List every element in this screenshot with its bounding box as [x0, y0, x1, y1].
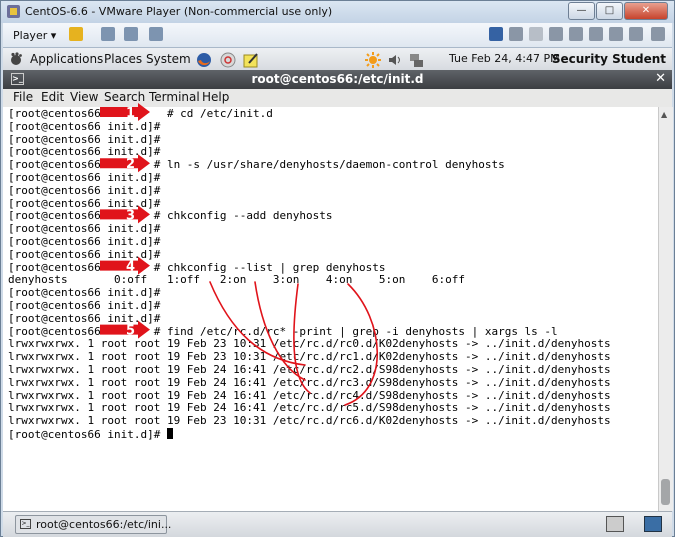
fullscreen-icon[interactable] [124, 27, 138, 41]
terminal-line: [root@centos66 init.d]# [8, 119, 161, 133]
window-titlebar[interactable]: CentOS-6.6 - VMware Player (Non-commerci… [1, 1, 674, 23]
shared-folder-icon[interactable] [651, 27, 665, 41]
close-button[interactable]: ✕ [624, 2, 668, 20]
places-menu[interactable]: Places [104, 52, 142, 66]
send-ctrl-alt-del-icon[interactable] [101, 27, 115, 41]
network-status-icon[interactable] [408, 52, 424, 71]
terminal-output[interactable]: [root@centos66 der # cd /etc/init.d [root… [3, 107, 658, 511]
usb-device-icon[interactable] [589, 27, 603, 41]
terminal-lines: [root@centos66 der # cd /etc/init.d [root… [8, 107, 611, 442]
devices-chevron-icon[interactable] [489, 27, 503, 41]
show-desktop-icon[interactable] [606, 516, 624, 532]
vmware-window: CentOS-6.6 - VMware Player (Non-commerci… [0, 0, 675, 537]
workspace-switcher-icon[interactable] [644, 516, 662, 532]
terminal-scrollbar[interactable]: ▲ [658, 107, 673, 511]
gnome-top-panel: Applications Places System Tue Feb 24, 4… [3, 48, 672, 71]
terminal-line: [root@centos66 init.d]# [8, 298, 161, 312]
volume-icon[interactable] [387, 52, 403, 71]
printer-device-icon[interactable] [509, 27, 523, 41]
menu-edit[interactable]: Edit [41, 90, 64, 104]
terminal-titlebar[interactable]: >_ root@centos66:/etc/init.d ✕ [3, 70, 672, 89]
terminal-cursor [166, 427, 173, 439]
message-log-icon[interactable] [629, 27, 643, 41]
cd-device-icon[interactable] [529, 27, 543, 41]
terminal-line: [root@centos66 init.d]# [8, 170, 161, 184]
menu-terminal[interactable]: Terminal [149, 90, 200, 104]
terminal-line: [root@centos66 init.d]# [8, 427, 611, 442]
update-notifier-icon[interactable] [365, 52, 381, 71]
email-launcher-icon[interactable] [220, 52, 236, 71]
scroll-up-icon[interactable]: ▲ [661, 110, 667, 119]
floppy-device-icon[interactable] [549, 27, 563, 41]
scrollbar-thumb[interactable] [661, 479, 670, 505]
window-title: CentOS-6.6 - VMware Player (Non-commerci… [25, 5, 333, 18]
taskbar-terminal-label: root@centos66:/etc/ini... [36, 518, 172, 531]
network-device-icon[interactable] [569, 27, 583, 41]
terminal-task-icon: >_ [20, 519, 31, 529]
terminal-line: [root@centos66 init.d]# [8, 311, 161, 325]
maximize-button[interactable]: □ [596, 2, 623, 20]
applications-menu[interactable]: Applications [30, 52, 103, 66]
vmware-app-icon [7, 5, 20, 18]
menu-search[interactable]: Search [104, 90, 145, 104]
window-controls: — □ ✕ [567, 2, 668, 20]
taskbar-terminal-button[interactable]: >_ root@centos66:/etc/ini... [15, 515, 171, 534]
firefox-launcher-icon[interactable] [196, 52, 212, 71]
terminal-line: [root@centos66 init.d]# [8, 247, 161, 261]
notes-launcher-icon[interactable] [243, 52, 259, 71]
pause-icon[interactable] [69, 27, 83, 41]
menu-view[interactable]: View [70, 90, 98, 104]
terminal-title: root@centos66:/etc/init.d [251, 72, 424, 86]
vmware-toolbar: Player ▾ [3, 23, 672, 48]
panel-clock[interactable]: Tue Feb 24, 4:47 PM [449, 52, 560, 65]
terminal-line: lrwxrwxrwx. 1 root root 19 Feb 24 16:41 … [8, 362, 611, 376]
terminal-line: [root@centos66 init.d]# [8, 234, 161, 248]
gnome-foot-icon [9, 52, 23, 69]
terminal-line: [root@centos66 init.d]# [8, 183, 161, 197]
terminal-line: lrwxrwxrwx. 1 root root 19 Feb 23 10:31 … [8, 414, 611, 428]
sound-device-icon[interactable] [609, 27, 623, 41]
gnome-bottom-panel: >_ root@centos66:/etc/ini... [3, 511, 672, 537]
menu-help[interactable]: Help [202, 90, 229, 104]
terminal-line: [root@centos66 der # cd /etc/init.d [8, 107, 273, 120]
minimize-button[interactable]: — [568, 2, 595, 20]
terminal-line: lrwxrwxrwx. 1 root root 19 Feb 24 16:41 … [8, 375, 611, 389]
player-menu-button[interactable]: Player ▾ [13, 29, 56, 42]
panel-user-name[interactable]: Security Student [552, 52, 666, 66]
terminal-menubar: File Edit View Search Terminal Help [3, 89, 672, 107]
unity-icon[interactable] [149, 27, 163, 41]
menu-file[interactable]: File [13, 90, 33, 104]
terminal-close-icon[interactable]: ✕ [655, 71, 666, 86]
system-menu[interactable]: System [146, 52, 191, 66]
